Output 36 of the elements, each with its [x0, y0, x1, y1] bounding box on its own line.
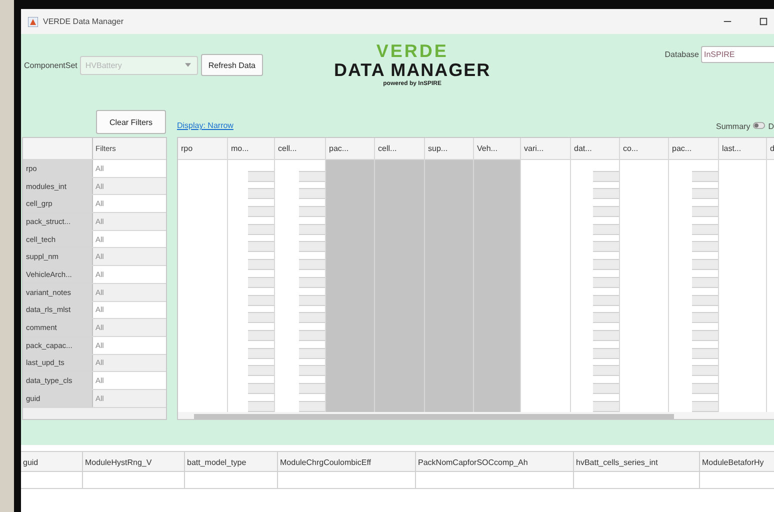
column-header[interactable]: co...: [620, 138, 668, 160]
column-header[interactable]: rpo: [178, 138, 227, 160]
database-label: Database: [664, 50, 699, 59]
maximize-icon[interactable]: [759, 17, 768, 26]
column-header[interactable]: vari...: [521, 138, 570, 160]
column-header[interactable]: mo...: [228, 138, 274, 160]
clear-filters-button[interactable]: Clear Filters: [96, 110, 166, 134]
logo-title: VERDE: [376, 42, 448, 60]
column-header[interactable]: d: [767, 138, 774, 160]
column-header[interactable]: pac...: [669, 138, 718, 160]
database-field[interactable]: InSPIRE: [701, 46, 774, 63]
column-header[interactable]: pac...: [326, 138, 374, 160]
toggle-icon[interactable]: [753, 122, 766, 129]
table-cell: [21, 472, 83, 489]
column-header[interactable]: ModuleChrgCoulombicEff: [278, 451, 416, 472]
column-header[interactable]: last...: [719, 138, 766, 160]
column-header[interactable]: ModuleBetaforHy: [700, 451, 774, 472]
refresh-data-button[interactable]: Refresh Data: [201, 54, 263, 76]
column-header[interactable]: dat...: [571, 138, 619, 160]
column-header[interactable]: guid: [21, 451, 83, 472]
logo-subtitle: DATA MANAGER: [334, 60, 491, 80]
column-header[interactable]: cell...: [375, 138, 424, 160]
summary-value: D: [768, 122, 774, 133]
column-header[interactable]: PackNomCapforSOCcomp_Ah: [416, 451, 574, 472]
component-set-label: ComponentSet: [24, 60, 78, 70]
app-icon: [28, 16, 38, 26]
column-header[interactable]: sup...: [425, 138, 473, 160]
column-header[interactable]: Veh...: [474, 138, 520, 160]
column-header[interactable]: ModuleHystRng_V: [83, 451, 185, 472]
window-title: VERDE Data Manager: [43, 17, 124, 26]
column-header[interactable]: hvBatt_cells_series_int: [574, 451, 700, 472]
column-header[interactable]: batt_model_type: [185, 451, 278, 472]
dropdown-arrow-icon: [185, 63, 192, 67]
display-link[interactable]: Display: Narrow: [177, 121, 234, 134]
column-header[interactable]: cell...: [275, 138, 325, 160]
summary-label: Summary: [716, 122, 750, 133]
